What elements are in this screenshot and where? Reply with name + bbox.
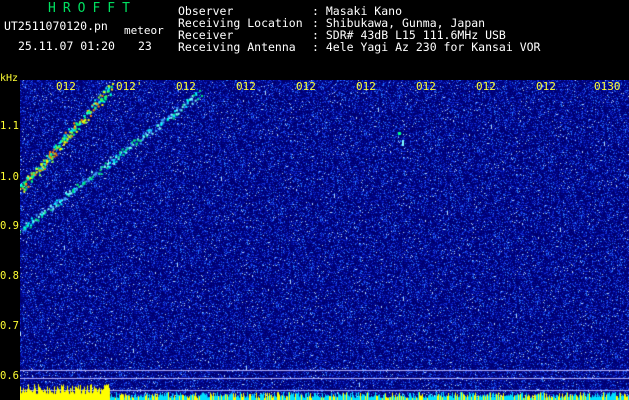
tag-label: meteor (124, 24, 164, 37)
y-tick-label: 1.0 (0, 171, 19, 183)
x-tick-label: 012 (236, 80, 256, 93)
datetime-label: 25.11.07 01:20 (18, 39, 115, 53)
y-tick-label: 0.6 (0, 370, 19, 382)
y-tick-label: 0.7 (0, 320, 19, 332)
antenna-label: Receiving Antenna (178, 40, 296, 54)
x-tick-label: 012 (56, 80, 76, 93)
y-tick-label: 1.1 (0, 120, 19, 132)
filename-label: UT2511070120.pn (4, 19, 108, 33)
x-tick-label: 012 (416, 80, 436, 93)
header-panel: HROFFT UT2511070120.pn meteor 25.11.07 0… (0, 0, 629, 78)
x-tick-label: 012 (296, 80, 316, 93)
x-tick-label: 012 (536, 80, 556, 93)
y-unit-label: kHz (0, 73, 19, 84)
spectrogram-canvas (20, 80, 629, 400)
x-tick-label: 012' (116, 80, 143, 93)
y-tick-label: 0.9 (0, 220, 19, 232)
x-tick-label: 012 (176, 80, 196, 93)
count-label: 23 (138, 39, 152, 53)
antenna-value: : 4ele Yagi Az 230 for Kansai VOR (312, 40, 541, 54)
app-logo: HROFFT (48, 1, 137, 16)
x-tick-label: 012 (476, 80, 496, 93)
y-tick-label: 0.8 (0, 270, 19, 282)
x-tick-label: 0130 (594, 80, 621, 93)
x-tick-label: 012 (356, 80, 376, 93)
